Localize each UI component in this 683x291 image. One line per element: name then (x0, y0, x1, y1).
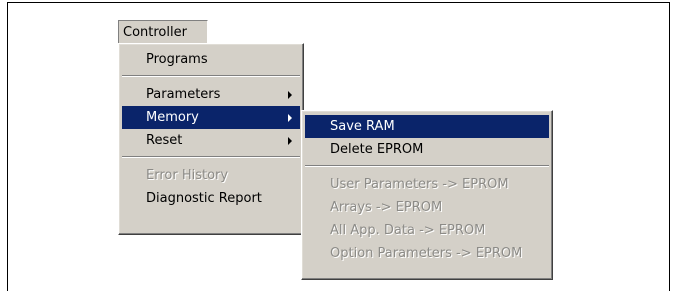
menu-item-parameters[interactable]: Parameters (122, 83, 300, 106)
menu-controller[interactable]: Controller (118, 20, 208, 43)
menu-item-reset[interactable]: Reset (122, 129, 300, 152)
submenu-arrow-icon (288, 137, 292, 145)
memory-submenu: Save RAM Delete EPROM User Parameters ->… (301, 110, 553, 280)
menu-item-label: Reset (146, 133, 183, 148)
menu-item-user-parameters-to-eprom: User Parameters -> EPROM (305, 173, 549, 196)
menu-item-label: Error History (146, 168, 229, 183)
menu-item-save-ram[interactable]: Save RAM (305, 115, 549, 138)
menu-item-label: User Parameters -> EPROM (330, 177, 509, 192)
submenu-arrow-icon (288, 114, 292, 122)
menu-item-label: Memory (146, 110, 199, 125)
menu-item-label: Arrays -> EPROM (330, 200, 443, 215)
menu-item-memory[interactable]: Memory (122, 106, 300, 129)
menu-item-label: Parameters (146, 87, 221, 102)
submenu-arrow-icon (288, 91, 292, 99)
menu-separator (122, 156, 300, 158)
menu-item-delete-eprom[interactable]: Delete EPROM (305, 138, 549, 161)
menu-separator (305, 165, 549, 167)
menu-item-option-parameters-to-eprom: Option Parameters -> EPROM (305, 242, 549, 265)
controller-menu: Programs Parameters Memory Reset Error H… (118, 43, 304, 235)
menu-item-label: Diagnostic Report (146, 191, 262, 206)
menu-item-label: Save RAM (330, 119, 395, 134)
menu-item-programs[interactable]: Programs (122, 48, 300, 71)
menu-item-arrays-to-eprom: Arrays -> EPROM (305, 196, 549, 219)
menu-separator (122, 75, 300, 77)
menu-item-label: Option Parameters -> EPROM (330, 246, 523, 261)
menu-item-label: Delete EPROM (330, 142, 424, 157)
menu-item-diagnostic-report[interactable]: Diagnostic Report (122, 187, 300, 210)
menu-item-label: All App. Data -> EPROM (330, 223, 486, 238)
menu-item-all-app-data-to-eprom: All App. Data -> EPROM (305, 219, 549, 242)
menu-item-error-history: Error History (122, 164, 300, 187)
menu-item-label: Programs (146, 52, 208, 67)
